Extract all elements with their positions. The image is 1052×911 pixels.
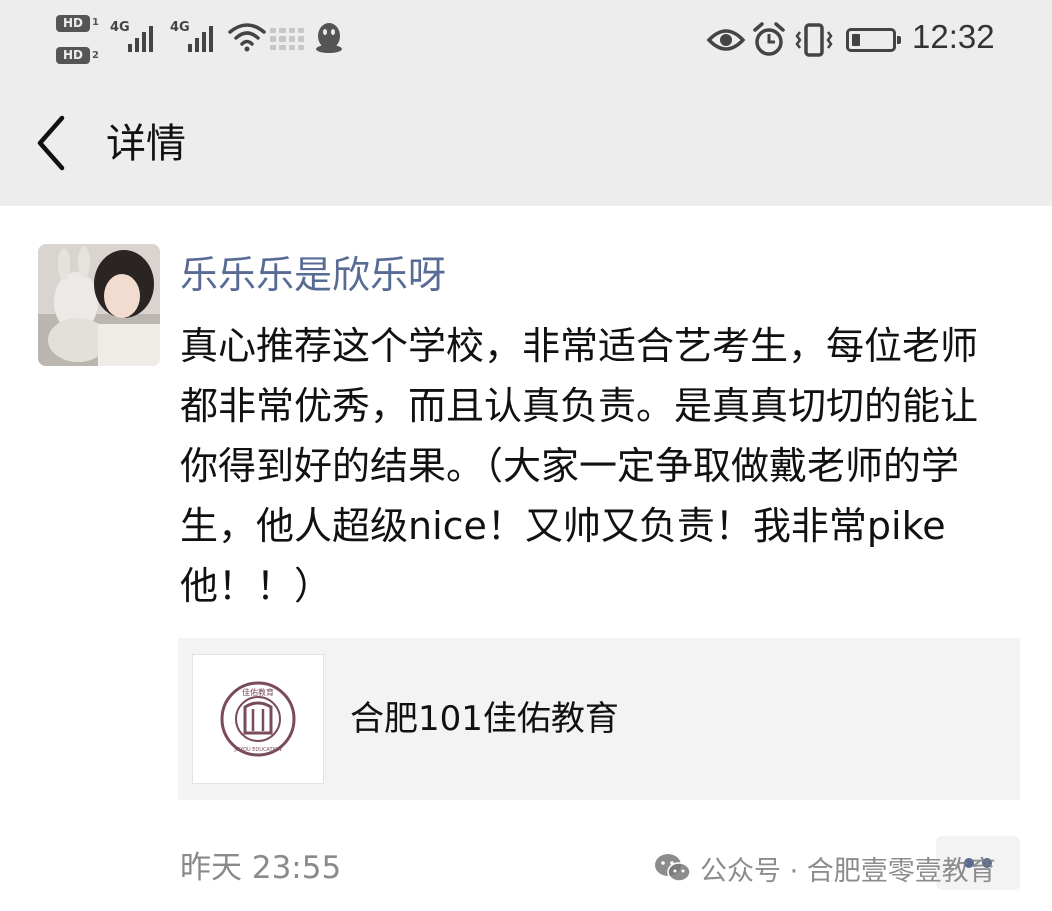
link-thumbnail: 佳佑教育 JIAYOU EDUCATION (192, 654, 324, 784)
school-logo-seal-icon: 佳佑教育 JIAYOU EDUCATION (220, 681, 296, 757)
page-title: 详情 (106, 121, 186, 167)
post-text: 真心推荐这个学校，非常适合艺考生，每位老师都非常优秀，而且认真负责。是真真切切的… (180, 324, 979, 608)
logo-text-top: 佳佑教育 (242, 687, 274, 697)
avatar[interactable] (38, 244, 160, 366)
hd-1-icon: HD (56, 15, 90, 32)
qq-penguin-icon (316, 23, 342, 53)
post-timestamp: 昨天 23:55 (180, 850, 342, 886)
logo-text-bottom: JIAYOU EDUCATION (233, 747, 282, 753)
signal-2-icon: 4G (170, 20, 222, 52)
status-time: 12:32 (912, 18, 995, 55)
vibrate-icon (795, 23, 833, 57)
sim-1-label: 1 (92, 17, 99, 28)
shared-link-card[interactable]: 佳佑教育 JIAYOU EDUCATION 合肥101佳佑教育 (178, 638, 1020, 800)
battery-icon (846, 28, 901, 52)
watermark-text: 公众号 · 合肥壹零壹教育 (700, 855, 996, 887)
alarm-icon (753, 22, 785, 56)
top-area: HD 1 HD 2 4G 4G 12:32 详情 (0, 0, 1052, 206)
author-name-link[interactable]: 乐乐乐是欣乐呀 (180, 250, 446, 300)
eye-icon (706, 29, 746, 51)
link-title: 合肥101佳佑教育 (350, 699, 619, 739)
network-type-1: 4G (110, 20, 130, 35)
user-avatar-photo (38, 244, 160, 366)
watermark: 公众号 · 合肥壹零壹教育 (654, 848, 996, 888)
app-grid-icon (270, 28, 304, 50)
back-button[interactable] (28, 112, 78, 174)
wechat-icon (655, 854, 691, 882)
status-bar: HD 1 HD 2 4G 4G 12:32 (0, 0, 1052, 82)
network-type-2: 4G (170, 20, 190, 35)
wifi-icon (228, 23, 266, 52)
hd-2-icon: HD (56, 47, 90, 64)
sim-2-label: 2 (92, 50, 99, 61)
signal-1-icon: 4G (110, 20, 162, 52)
